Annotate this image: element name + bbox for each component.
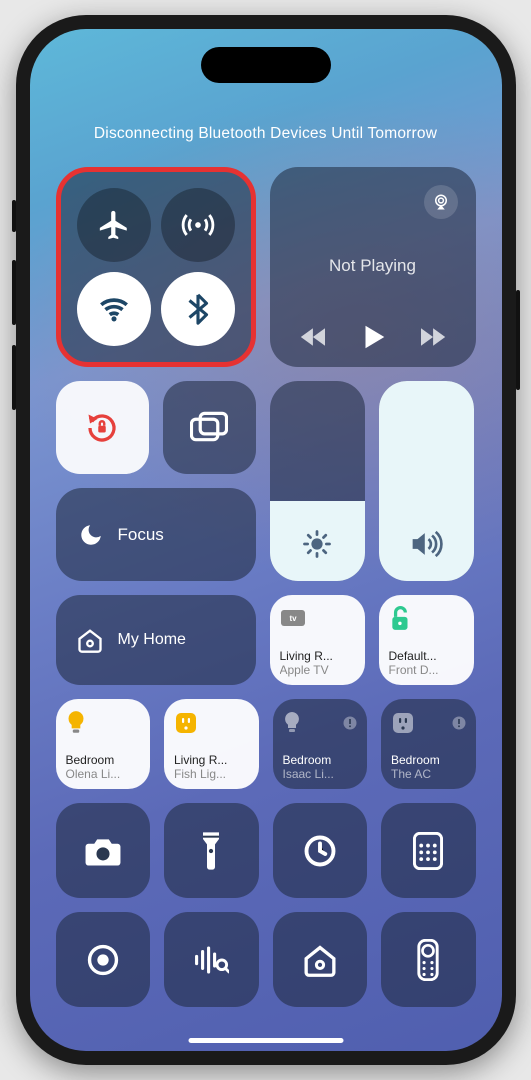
wifi-icon	[97, 292, 131, 326]
orientation-lock-toggle[interactable]	[56, 381, 149, 474]
status-message: Disconnecting Bluetooth Devices Until To…	[56, 125, 476, 143]
bluetooth-icon	[181, 292, 215, 326]
outlet-on-icon	[174, 711, 198, 735]
home-icon	[302, 943, 338, 977]
connectivity-module[interactable]	[56, 167, 256, 367]
flashlight-icon	[200, 831, 222, 871]
tile-line1: Bedroom	[391, 753, 466, 767]
volume-icon	[409, 529, 443, 559]
alert-icon	[452, 716, 466, 730]
accessory-tile[interactable]: Living R... Fish Lig...	[164, 699, 259, 789]
alert-icon	[343, 716, 357, 730]
airplay-button[interactable]	[424, 185, 458, 219]
iphone-frame: Disconnecting Bluetooth Devices Until To…	[16, 15, 516, 1065]
bluetooth-toggle[interactable]	[161, 272, 235, 346]
focus-button[interactable]: Focus	[56, 488, 256, 581]
airplane-icon	[97, 208, 131, 242]
tile-line1: Default...	[389, 649, 464, 663]
orientation-lock-icon	[84, 410, 120, 446]
apple-tv-remote-icon	[417, 939, 439, 981]
rewind-icon[interactable]	[300, 326, 328, 348]
sound-recognition-icon	[193, 944, 229, 976]
tile-line2: The AC	[391, 767, 466, 781]
cellular-toggle[interactable]	[161, 188, 235, 262]
dynamic-island	[201, 47, 331, 83]
tile-line1: Living R...	[174, 753, 249, 767]
svg-text:tv: tv	[289, 614, 297, 623]
tile-line2: Fish Lig...	[174, 767, 249, 781]
tile-line2: Apple TV	[280, 663, 355, 677]
home-icon	[76, 626, 104, 654]
volume-slider[interactable]	[379, 381, 474, 581]
cellular-icon	[181, 208, 215, 242]
wifi-toggle[interactable]	[77, 272, 151, 346]
outlet-off-icon	[391, 711, 415, 735]
bulb-off-icon	[283, 711, 301, 735]
timer-icon	[302, 833, 338, 869]
accessory-tile[interactable]: Bedroom Olena Li...	[56, 699, 151, 789]
home-label: My Home	[118, 631, 186, 649]
media-module[interactable]: Not Playing	[270, 167, 476, 367]
forward-icon[interactable]	[418, 326, 446, 348]
camera-shortcut[interactable]	[56, 803, 151, 898]
accessory-tile[interactable]: Bedroom Isaac Li...	[273, 699, 368, 789]
bulb-on-icon	[66, 710, 86, 736]
tile-line1: Bedroom	[66, 753, 141, 767]
home-indicator[interactable]	[188, 1038, 343, 1043]
appletv-icon: tv	[280, 608, 306, 630]
lock-open-icon	[389, 606, 413, 632]
side-button	[12, 260, 16, 325]
side-button	[516, 290, 520, 390]
tile-line2: Front D...	[389, 663, 464, 677]
screen: Disconnecting Bluetooth Devices Until To…	[30, 29, 502, 1051]
flashlight-shortcut[interactable]	[164, 803, 259, 898]
screen-mirroring-icon	[190, 411, 228, 445]
timer-shortcut[interactable]	[273, 803, 368, 898]
home-button[interactable]: My Home	[56, 595, 256, 685]
screen-mirroring-button[interactable]	[163, 381, 256, 474]
airplane-mode-toggle[interactable]	[77, 188, 151, 262]
screen-record-shortcut[interactable]	[56, 912, 151, 1007]
play-icon[interactable]	[358, 321, 388, 353]
calculator-shortcut[interactable]	[381, 803, 476, 898]
accessory-tile[interactable]: Bedroom The AC	[381, 699, 476, 789]
media-title: Not Playing	[288, 256, 458, 276]
camera-icon	[84, 835, 122, 867]
tile-line2: Isaac Li...	[283, 767, 358, 781]
brightness-icon	[302, 529, 332, 559]
calculator-icon	[413, 832, 443, 870]
brightness-slider[interactable]	[270, 381, 365, 581]
tile-line2: Olena Li...	[66, 767, 141, 781]
focus-label: Focus	[118, 525, 164, 545]
tile-line1: Living R...	[280, 649, 355, 663]
home-app-shortcut[interactable]	[273, 912, 368, 1007]
screen-record-icon	[86, 943, 120, 977]
moon-icon	[78, 522, 104, 548]
side-button	[12, 345, 16, 410]
home-tile-lock[interactable]: Default... Front D...	[379, 595, 474, 685]
home-tile-appletv[interactable]: tv Living R... Apple TV	[270, 595, 365, 685]
airplay-icon	[432, 193, 450, 211]
sound-recognition-shortcut[interactable]	[164, 912, 259, 1007]
tile-line1: Bedroom	[283, 753, 358, 767]
apple-tv-remote-shortcut[interactable]	[381, 912, 476, 1007]
side-button	[12, 200, 16, 232]
